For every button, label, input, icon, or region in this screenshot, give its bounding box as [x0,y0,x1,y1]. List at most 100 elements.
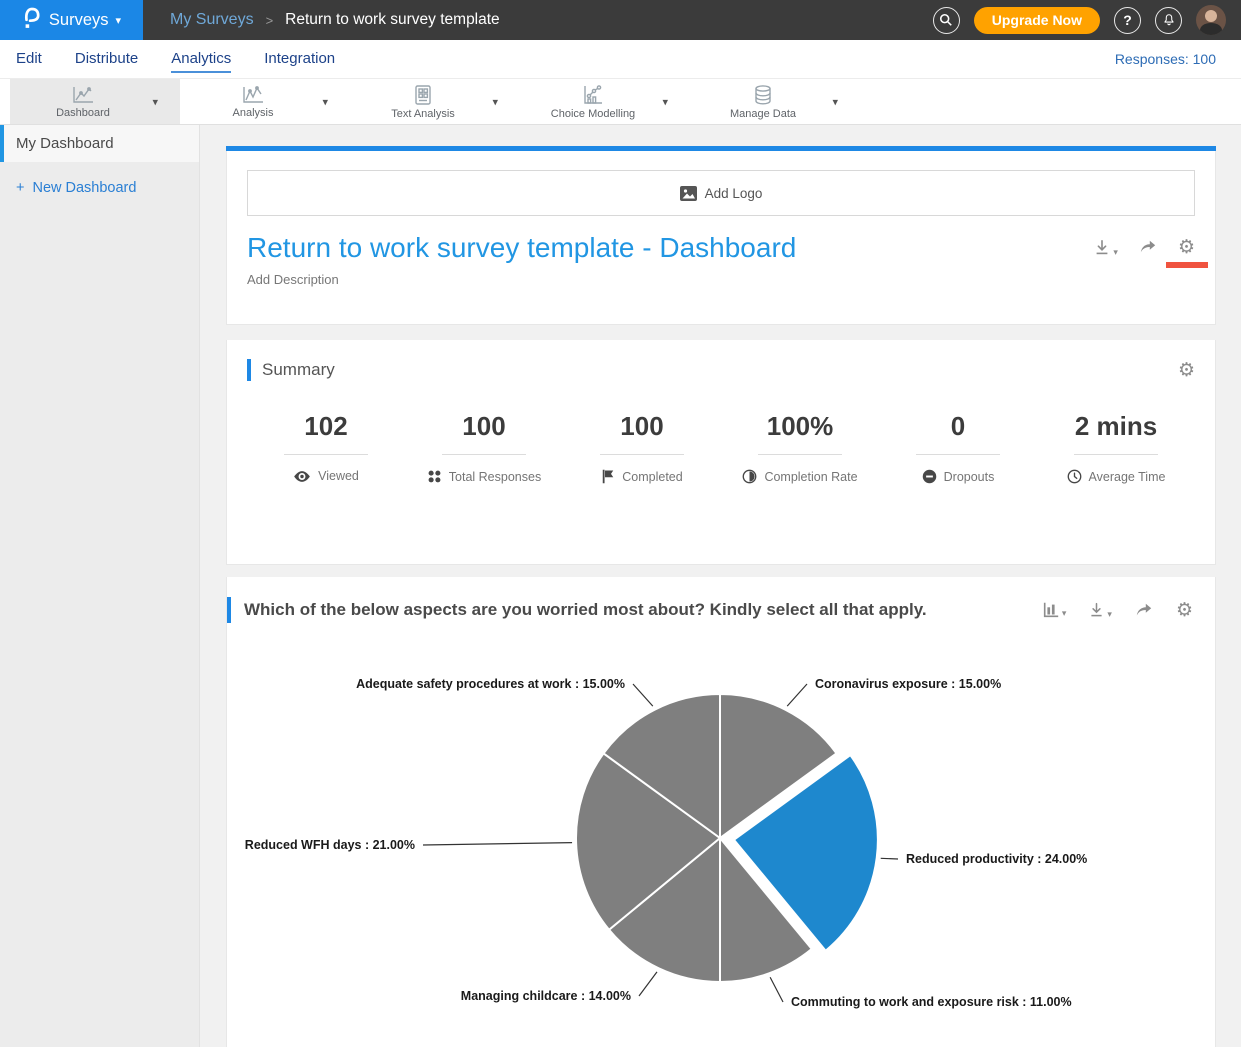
eye-icon [293,470,311,483]
page-title[interactable]: Return to work survey template - Dashboa… [247,232,1093,264]
chevron-down-icon[interactable]: ▾ [322,95,328,108]
stat-value: 100 [563,411,721,442]
bell-icon [1162,13,1176,27]
chevron-down-icon[interactable]: ▾ [492,95,498,108]
breadcrumb-separator: > [266,13,274,28]
stat-viewed: 102 Viewed [247,411,405,484]
tab-integration[interactable]: Integration [264,46,335,73]
tab-distribute[interactable]: Distribute [75,46,138,73]
gear-icon: ⚙ [1178,361,1195,380]
survey-nav: Edit Distribute Analytics Integration Re… [0,40,1241,78]
brand-caret-icon: ▾ [116,14,122,27]
summary-settings-button[interactable]: ⚙ [1178,361,1195,380]
brand-menu[interactable]: Surveys ▾ [0,0,143,40]
breadcrumb-current: Return to work survey template [285,11,500,29]
line-chart-icon [240,85,266,105]
stat-value: 100 [405,411,563,442]
download-chart-button[interactable]: ▾ [1088,601,1112,620]
chevron-down-icon[interactable]: ▾ [832,95,838,108]
share-dashboard-button[interactable] [1138,238,1158,256]
breadcrumb-my-surveys[interactable]: My Surveys [170,11,254,29]
dots-grid-icon [427,469,442,484]
stat-total-responses: 100 Total Responses [405,411,563,484]
dashboard-settings-button[interactable]: ⚙ [1178,238,1195,257]
pie-label: Coronavirus exposure : 15.00% [815,677,1001,691]
workspace: My Dashboard + New Dashboard Add Logo Re… [0,125,1241,1047]
notifications-button[interactable] [1155,7,1182,34]
share-chart-button[interactable] [1134,601,1154,619]
stat-label: Average Time [1089,470,1166,484]
download-icon [1088,601,1105,620]
add-description-field[interactable]: Add Description [247,272,1195,287]
image-icon [680,186,697,201]
share-arrow-icon [1138,238,1158,256]
line-chart-icon [70,85,96,105]
red-highlight-marker [1166,262,1208,268]
pie-chart-area: Coronavirus exposure : 15.00% Reduced pro… [227,647,1215,1047]
search-button[interactable] [933,7,960,34]
toolbar-item-label: Analysis [233,107,274,119]
toolbar-item-choice-modelling[interactable]: Choice Modelling ▾ [520,79,690,124]
stat-label: Viewed [318,469,359,483]
chevron-down-icon[interactable]: ▾ [662,95,668,108]
help-button[interactable]: ? [1114,7,1141,34]
pie-chart[interactable]: Coronavirus exposure : 15.00% Reduced pro… [227,647,1215,1047]
summary-header: Summary ⚙ [247,359,1195,381]
add-logo-dropzone[interactable]: Add Logo [247,170,1195,216]
dashboard-header-card: Add Logo Return to work survey template … [226,151,1216,325]
stat-value: 2 mins [1037,411,1195,442]
pie-label: Reduced productivity : 24.00% [906,852,1087,866]
chevron-down-icon: ▾ [1107,609,1112,620]
divider [284,454,368,455]
new-dashboard-label: New Dashboard [32,180,136,196]
stat-label: Completed [622,470,682,484]
stat-label: Dropouts [944,470,995,484]
add-logo-label: Add Logo [705,186,763,201]
divider [758,454,842,455]
toolbar-item-label: Text Analysis [391,108,455,120]
chart-settings-button[interactable]: ⚙ [1176,601,1193,620]
brand-label: Surveys [49,11,109,30]
summary-card: Summary ⚙ 102 Viewed [226,340,1216,565]
title-row: Return to work survey template - Dashboa… [247,232,1195,264]
document-grid-icon [413,84,433,106]
stat-label: Total Responses [449,470,541,484]
question-card: Which of the below aspects are you worri… [226,577,1216,1047]
tab-analytics[interactable]: Analytics [171,46,231,73]
scatter-chart-icon [581,84,605,106]
toolbar-item-text-analysis[interactable]: Text Analysis ▾ [350,79,520,124]
topbar-actions: Upgrade Now ? [933,0,1241,40]
toolbar-item-dashboard[interactable]: Dashboard ▾ [10,79,180,124]
avatar-body [1200,23,1222,35]
divider [442,454,526,455]
stat-dropouts: 0 Dropouts [879,411,1037,484]
section-accent-bar [247,359,251,381]
toolbar-item-manage-data[interactable]: Manage Data ▾ [690,79,860,124]
responses-count[interactable]: Responses: 100 [1115,51,1216,67]
divider [600,454,684,455]
divider [916,454,1000,455]
pie-label-line [639,972,657,996]
question-header: Which of the below aspects are you worri… [227,597,1215,623]
chart-type-button[interactable]: ▾ [1042,601,1067,619]
sidebar-item-my-dashboard[interactable]: My Dashboard [0,125,199,162]
divider [1074,454,1158,455]
tab-edit[interactable]: Edit [16,46,42,73]
pie-label-line [633,684,653,706]
top-bar: Surveys ▾ My Surveys > Return to work su… [0,0,1241,40]
user-avatar[interactable] [1196,5,1226,35]
pie-label-line [881,858,898,859]
brand-logo-icon [22,6,40,35]
share-arrow-icon [1134,601,1154,619]
analytics-toolbar: Dashboard ▾ Analysis ▾ Text Analysis ▾ C… [0,78,1241,125]
toolbar-item-label: Choice Modelling [551,108,635,120]
summary-title: Summary [262,360,1178,380]
chevron-down-icon[interactable]: ▾ [152,95,158,108]
pie-label-line [423,843,572,845]
pie-label: Adequate safety procedures at work : 15.… [356,677,625,691]
toolbar-item-analysis[interactable]: Analysis ▾ [180,79,350,124]
download-dashboard-button[interactable]: ▾ [1093,238,1118,258]
minus-circle-icon [922,469,937,484]
upgrade-now-button[interactable]: Upgrade Now [974,7,1100,34]
new-dashboard-button[interactable]: + New Dashboard [0,180,199,196]
